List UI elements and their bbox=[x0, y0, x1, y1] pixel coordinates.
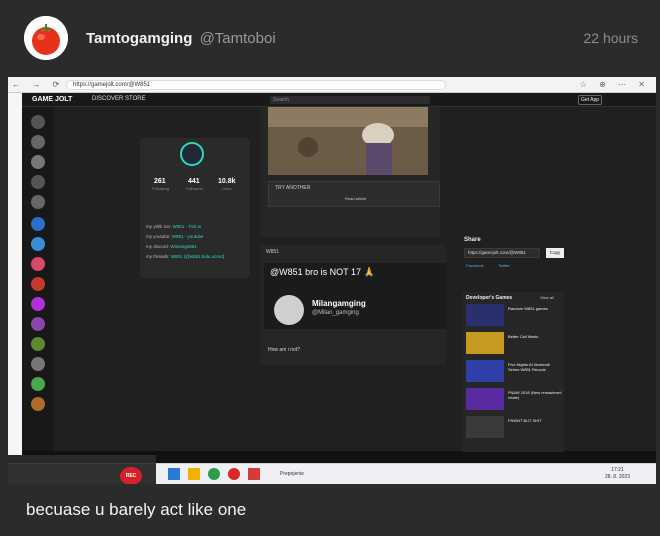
share-facebook: Facebook bbox=[466, 263, 484, 268]
gamejolt-nav: DISCOVER STORE bbox=[92, 96, 146, 102]
recorder-widget: REC bbox=[8, 455, 156, 484]
profile-link: my yt/tik ton: W851 - Tick.to bbox=[146, 224, 202, 229]
community-icon bbox=[31, 337, 45, 351]
taskbar-clock: 17:21 28. 8. 2023 bbox=[605, 467, 630, 481]
post-photo bbox=[268, 107, 428, 175]
taskbar-window-label: Prepojenie bbox=[280, 471, 304, 477]
author-line: Tamtogamging @Tamtoboi bbox=[86, 30, 276, 47]
feed-post-meme: W851 @W851 bro is NOT 17 🙏 Milangamging … bbox=[260, 245, 446, 365]
post-author: W851 bbox=[266, 249, 280, 255]
game-thumbnail bbox=[466, 416, 504, 438]
share-url-field: https://gamejolt.com/@W851 bbox=[464, 248, 540, 258]
profile-links: my yt/tik ton: W851 - Tick.to my youtube… bbox=[146, 222, 224, 262]
gamejolt-topbar: GAME JOLT DISCOVER STORE Search Get App bbox=[22, 93, 656, 107]
profile-avatar bbox=[180, 142, 204, 166]
developer-games-title: Developer's Games bbox=[466, 295, 513, 301]
browser-url-bar: https://gamejolt.com/@W851 bbox=[66, 80, 446, 90]
game-title: Better Call Warto bbox=[508, 334, 539, 339]
read-article-link: Read article bbox=[345, 196, 367, 201]
browser-toolbar: ← → ⟳ ⌂ https://gamejolt.com/@W851 ☆ ⊕ ⋯… bbox=[8, 77, 656, 93]
community-icon bbox=[31, 317, 45, 331]
community-icon bbox=[31, 175, 45, 189]
community-icon bbox=[31, 297, 45, 311]
stat-likes-count: 10.8k bbox=[218, 178, 236, 185]
clock-date: 28. 8. 2023 bbox=[604, 474, 630, 480]
taskbar-app-icon bbox=[168, 468, 180, 480]
browser-extension-icons: ☆ ⊕ ⋯ ✕ bbox=[579, 80, 650, 89]
gamejolt-search: Search bbox=[270, 96, 430, 104]
taskbar-app-icon bbox=[208, 468, 220, 480]
profile-link: my youtube: W851 - youtube bbox=[146, 234, 204, 239]
gamejolt-page: GAME JOLT DISCOVER STORE Search Get App bbox=[22, 93, 656, 452]
meme-top-text: @W851 bro is NOT 17 🙏 bbox=[270, 267, 375, 277]
community-icon bbox=[31, 257, 45, 271]
game-thumbnail bbox=[466, 360, 504, 382]
try-another-label: TRY ANOTHER bbox=[275, 185, 311, 191]
view-all-link: View all bbox=[540, 295, 554, 300]
post-timestamp: 22 hours bbox=[583, 30, 638, 46]
gamejolt-logo: GAME JOLT bbox=[32, 96, 73, 103]
community-icon bbox=[31, 357, 45, 371]
taskbar-app-icon bbox=[188, 468, 200, 480]
share-twitter: Twitter bbox=[498, 263, 510, 268]
gamejolt-community-sidebar bbox=[22, 107, 54, 451]
author-avatar[interactable] bbox=[24, 16, 68, 60]
community-icon bbox=[31, 377, 45, 391]
game-thumbnail bbox=[466, 388, 504, 410]
community-icon bbox=[31, 217, 45, 231]
profile-link: my discord: Walvwigs851 bbox=[146, 244, 197, 249]
get-app-button: Get App bbox=[578, 95, 602, 105]
post-card: Tamtogamging @Tamtoboi 22 hours ← → ⟳ ⌂ … bbox=[0, 0, 660, 536]
browser-sidebar-rail bbox=[8, 93, 22, 484]
developer-games-panel: Developer's Games View all Random W851 g… bbox=[462, 292, 564, 452]
game-title: FNAW 2018 (New remastered relate) bbox=[508, 390, 562, 400]
game-thumbnail bbox=[466, 304, 504, 326]
share-copy-button: Copy bbox=[546, 248, 564, 258]
community-icon bbox=[31, 195, 45, 209]
feed-post-image: TRY ANOTHER Read article bbox=[260, 107, 440, 237]
meme-avatar bbox=[274, 295, 304, 325]
community-icon bbox=[31, 397, 45, 411]
community-icon bbox=[31, 115, 45, 129]
post-caption: How am i not? bbox=[268, 347, 300, 353]
recorder-toolbar bbox=[8, 455, 156, 464]
meme-image: @W851 bro is NOT 17 🙏 Milangamging @Mila… bbox=[264, 263, 446, 329]
community-icon bbox=[31, 237, 45, 251]
author-handle[interactable]: @Tamtoboi bbox=[200, 30, 276, 47]
taskbar-app-icon bbox=[248, 468, 260, 480]
clock-time: 17:21 bbox=[611, 467, 624, 473]
community-icon bbox=[31, 135, 45, 149]
record-button: REC bbox=[120, 467, 142, 484]
meme-name: Milangamging bbox=[312, 299, 366, 308]
stat-following-count: 261 bbox=[154, 178, 166, 185]
author-name[interactable]: Tamtogamging bbox=[86, 30, 192, 47]
share-title: Share bbox=[464, 237, 481, 243]
game-title: FNWNT BUT SHIT bbox=[508, 418, 542, 423]
stat-following-label: Following bbox=[152, 186, 169, 191]
community-icon bbox=[31, 277, 45, 291]
post-attached-screenshot[interactable]: ← → ⟳ ⌂ https://gamejolt.com/@W851 ☆ ⊕ ⋯… bbox=[8, 77, 656, 484]
stat-followers-label: Followers bbox=[186, 186, 204, 191]
right-column: Share https://gamejolt.com/@W851 Copy Fa… bbox=[462, 107, 564, 452]
taskbar-app-icon bbox=[228, 468, 240, 480]
game-thumbnail bbox=[466, 332, 504, 354]
community-icon bbox=[31, 155, 45, 169]
game-title: Five Nights At Illuminati Series W851 Re… bbox=[508, 362, 550, 372]
stat-likes-label: Likes bbox=[222, 186, 232, 191]
profile-link: my threads: W851 (@w851.bolu.ocrnd) bbox=[146, 254, 225, 259]
game-title: Random W851 games bbox=[508, 306, 548, 311]
stat-followers-count: 441 bbox=[188, 178, 200, 185]
try-another-box: TRY ANOTHER Read article bbox=[268, 181, 440, 207]
profile-card: 261 Following 441 Followers 10.8k Likes … bbox=[140, 138, 250, 278]
post-text: becuase u barely act like one bbox=[26, 500, 247, 519]
meme-handle: @Milan_gamging bbox=[312, 310, 359, 316]
